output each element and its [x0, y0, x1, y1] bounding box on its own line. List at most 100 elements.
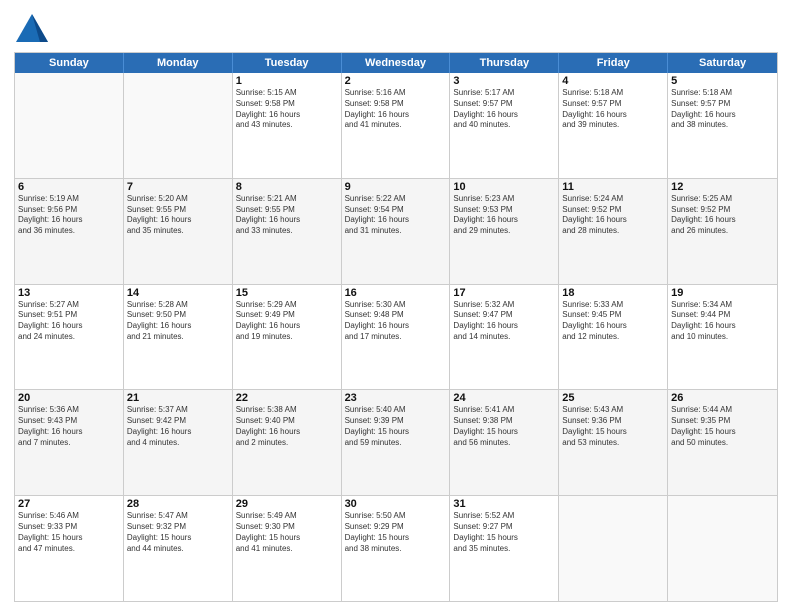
- cal-cell-day-4: 4Sunrise: 5:18 AM Sunset: 9:57 PM Daylig…: [559, 73, 668, 178]
- day-number: 21: [127, 392, 229, 404]
- day-info: Sunrise: 5:50 AM Sunset: 9:29 PM Dayligh…: [345, 511, 447, 554]
- cal-cell-day-19: 19Sunrise: 5:34 AM Sunset: 9:44 PM Dayli…: [668, 285, 777, 390]
- cal-cell-day-21: 21Sunrise: 5:37 AM Sunset: 9:42 PM Dayli…: [124, 390, 233, 495]
- cal-cell-day-3: 3Sunrise: 5:17 AM Sunset: 9:57 PM Daylig…: [450, 73, 559, 178]
- cal-cell-day-11: 11Sunrise: 5:24 AM Sunset: 9:52 PM Dayli…: [559, 179, 668, 284]
- day-info: Sunrise: 5:49 AM Sunset: 9:30 PM Dayligh…: [236, 511, 338, 554]
- day-number: 29: [236, 498, 338, 510]
- day-number: 27: [18, 498, 120, 510]
- day-number: 8: [236, 181, 338, 193]
- day-number: 9: [345, 181, 447, 193]
- cal-cell-day-14: 14Sunrise: 5:28 AM Sunset: 9:50 PM Dayli…: [124, 285, 233, 390]
- day-info: Sunrise: 5:16 AM Sunset: 9:58 PM Dayligh…: [345, 88, 447, 131]
- day-number: 5: [671, 75, 774, 87]
- day-number: 1: [236, 75, 338, 87]
- cal-cell-day-24: 24Sunrise: 5:41 AM Sunset: 9:38 PM Dayli…: [450, 390, 559, 495]
- header-day-wednesday: Wednesday: [342, 53, 451, 73]
- cal-cell-day-26: 26Sunrise: 5:44 AM Sunset: 9:35 PM Dayli…: [668, 390, 777, 495]
- cal-cell-day-31: 31Sunrise: 5:52 AM Sunset: 9:27 PM Dayli…: [450, 496, 559, 601]
- header-day-friday: Friday: [559, 53, 668, 73]
- cal-cell-day-16: 16Sunrise: 5:30 AM Sunset: 9:48 PM Dayli…: [342, 285, 451, 390]
- day-info: Sunrise: 5:17 AM Sunset: 9:57 PM Dayligh…: [453, 88, 555, 131]
- day-info: Sunrise: 5:41 AM Sunset: 9:38 PM Dayligh…: [453, 405, 555, 448]
- day-number: 11: [562, 181, 664, 193]
- day-number: 20: [18, 392, 120, 404]
- day-number: 7: [127, 181, 229, 193]
- day-number: 15: [236, 287, 338, 299]
- day-number: 17: [453, 287, 555, 299]
- cal-row-0: 1Sunrise: 5:15 AM Sunset: 9:58 PM Daylig…: [15, 73, 777, 179]
- day-info: Sunrise: 5:46 AM Sunset: 9:33 PM Dayligh…: [18, 511, 120, 554]
- day-info: Sunrise: 5:24 AM Sunset: 9:52 PM Dayligh…: [562, 194, 664, 237]
- cal-cell-day-17: 17Sunrise: 5:32 AM Sunset: 9:47 PM Dayli…: [450, 285, 559, 390]
- header: [14, 10, 778, 46]
- day-info: Sunrise: 5:47 AM Sunset: 9:32 PM Dayligh…: [127, 511, 229, 554]
- header-day-sunday: Sunday: [15, 53, 124, 73]
- day-number: 25: [562, 392, 664, 404]
- cal-row-3: 20Sunrise: 5:36 AM Sunset: 9:43 PM Dayli…: [15, 390, 777, 496]
- cal-cell-empty-0-0: [15, 73, 124, 178]
- day-info: Sunrise: 5:44 AM Sunset: 9:35 PM Dayligh…: [671, 405, 774, 448]
- cal-cell-day-5: 5Sunrise: 5:18 AM Sunset: 9:57 PM Daylig…: [668, 73, 777, 178]
- day-info: Sunrise: 5:29 AM Sunset: 9:49 PM Dayligh…: [236, 300, 338, 343]
- cal-cell-day-7: 7Sunrise: 5:20 AM Sunset: 9:55 PM Daylig…: [124, 179, 233, 284]
- day-info: Sunrise: 5:25 AM Sunset: 9:52 PM Dayligh…: [671, 194, 774, 237]
- cal-cell-empty-4-6: [668, 496, 777, 601]
- cal-cell-day-25: 25Sunrise: 5:43 AM Sunset: 9:36 PM Dayli…: [559, 390, 668, 495]
- day-number: 22: [236, 392, 338, 404]
- day-number: 14: [127, 287, 229, 299]
- day-number: 12: [671, 181, 774, 193]
- day-number: 26: [671, 392, 774, 404]
- cal-cell-day-18: 18Sunrise: 5:33 AM Sunset: 9:45 PM Dayli…: [559, 285, 668, 390]
- day-number: 28: [127, 498, 229, 510]
- day-number: 31: [453, 498, 555, 510]
- cal-row-2: 13Sunrise: 5:27 AM Sunset: 9:51 PM Dayli…: [15, 285, 777, 391]
- cal-cell-day-12: 12Sunrise: 5:25 AM Sunset: 9:52 PM Dayli…: [668, 179, 777, 284]
- day-info: Sunrise: 5:21 AM Sunset: 9:55 PM Dayligh…: [236, 194, 338, 237]
- day-info: Sunrise: 5:52 AM Sunset: 9:27 PM Dayligh…: [453, 511, 555, 554]
- day-info: Sunrise: 5:18 AM Sunset: 9:57 PM Dayligh…: [671, 88, 774, 131]
- logo: [14, 10, 54, 46]
- day-number: 6: [18, 181, 120, 193]
- header-day-thursday: Thursday: [450, 53, 559, 73]
- cal-cell-day-8: 8Sunrise: 5:21 AM Sunset: 9:55 PM Daylig…: [233, 179, 342, 284]
- day-number: 30: [345, 498, 447, 510]
- calendar-header: SundayMondayTuesdayWednesdayThursdayFrid…: [15, 53, 777, 73]
- cal-cell-day-10: 10Sunrise: 5:23 AM Sunset: 9:53 PM Dayli…: [450, 179, 559, 284]
- day-number: 4: [562, 75, 664, 87]
- cal-cell-day-9: 9Sunrise: 5:22 AM Sunset: 9:54 PM Daylig…: [342, 179, 451, 284]
- cal-cell-day-13: 13Sunrise: 5:27 AM Sunset: 9:51 PM Dayli…: [15, 285, 124, 390]
- cal-cell-day-15: 15Sunrise: 5:29 AM Sunset: 9:49 PM Dayli…: [233, 285, 342, 390]
- cal-cell-day-30: 30Sunrise: 5:50 AM Sunset: 9:29 PM Dayli…: [342, 496, 451, 601]
- cal-cell-day-28: 28Sunrise: 5:47 AM Sunset: 9:32 PM Dayli…: [124, 496, 233, 601]
- day-info: Sunrise: 5:36 AM Sunset: 9:43 PM Dayligh…: [18, 405, 120, 448]
- cal-cell-day-23: 23Sunrise: 5:40 AM Sunset: 9:39 PM Dayli…: [342, 390, 451, 495]
- day-info: Sunrise: 5:20 AM Sunset: 9:55 PM Dayligh…: [127, 194, 229, 237]
- day-number: 16: [345, 287, 447, 299]
- day-number: 2: [345, 75, 447, 87]
- calendar-body: 1Sunrise: 5:15 AM Sunset: 9:58 PM Daylig…: [15, 73, 777, 601]
- page: SundayMondayTuesdayWednesdayThursdayFrid…: [0, 0, 792, 612]
- day-number: 3: [453, 75, 555, 87]
- cal-cell-day-6: 6Sunrise: 5:19 AM Sunset: 9:56 PM Daylig…: [15, 179, 124, 284]
- day-info: Sunrise: 5:37 AM Sunset: 9:42 PM Dayligh…: [127, 405, 229, 448]
- day-info: Sunrise: 5:23 AM Sunset: 9:53 PM Dayligh…: [453, 194, 555, 237]
- day-info: Sunrise: 5:33 AM Sunset: 9:45 PM Dayligh…: [562, 300, 664, 343]
- day-number: 13: [18, 287, 120, 299]
- day-info: Sunrise: 5:34 AM Sunset: 9:44 PM Dayligh…: [671, 300, 774, 343]
- day-info: Sunrise: 5:19 AM Sunset: 9:56 PM Dayligh…: [18, 194, 120, 237]
- day-number: 23: [345, 392, 447, 404]
- day-number: 19: [671, 287, 774, 299]
- day-info: Sunrise: 5:43 AM Sunset: 9:36 PM Dayligh…: [562, 405, 664, 448]
- cal-row-1: 6Sunrise: 5:19 AM Sunset: 9:56 PM Daylig…: [15, 179, 777, 285]
- day-info: Sunrise: 5:22 AM Sunset: 9:54 PM Dayligh…: [345, 194, 447, 237]
- cal-cell-day-22: 22Sunrise: 5:38 AM Sunset: 9:40 PM Dayli…: [233, 390, 342, 495]
- day-info: Sunrise: 5:40 AM Sunset: 9:39 PM Dayligh…: [345, 405, 447, 448]
- logo-icon: [14, 10, 50, 46]
- cal-row-4: 27Sunrise: 5:46 AM Sunset: 9:33 PM Dayli…: [15, 496, 777, 601]
- cal-cell-day-20: 20Sunrise: 5:36 AM Sunset: 9:43 PM Dayli…: [15, 390, 124, 495]
- day-info: Sunrise: 5:27 AM Sunset: 9:51 PM Dayligh…: [18, 300, 120, 343]
- day-number: 10: [453, 181, 555, 193]
- day-info: Sunrise: 5:28 AM Sunset: 9:50 PM Dayligh…: [127, 300, 229, 343]
- day-info: Sunrise: 5:32 AM Sunset: 9:47 PM Dayligh…: [453, 300, 555, 343]
